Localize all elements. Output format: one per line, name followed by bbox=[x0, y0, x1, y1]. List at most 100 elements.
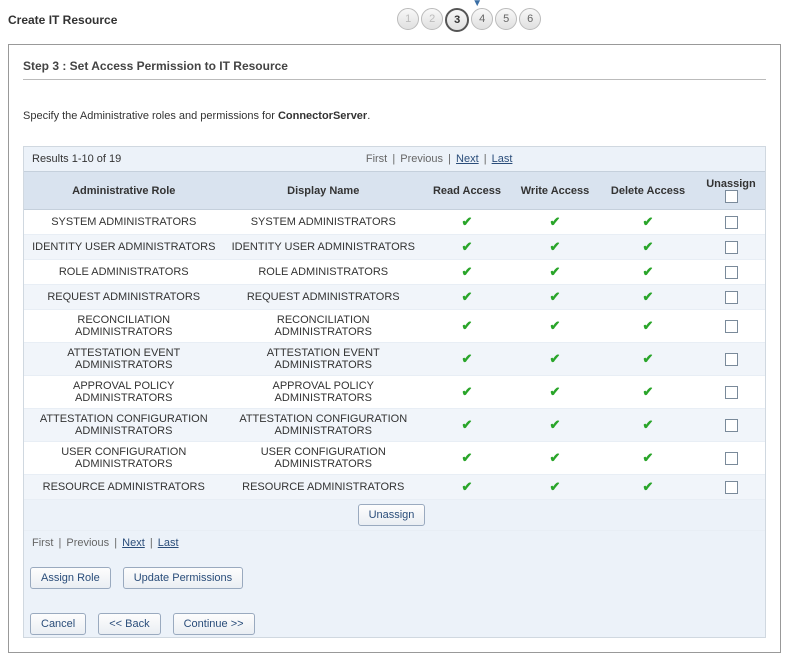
cell-unassign bbox=[697, 310, 765, 343]
unassign-checkbox[interactable] bbox=[725, 216, 738, 229]
wizard-step-indicator: ▼ 123456 bbox=[117, 8, 781, 32]
check-icon: ✔ bbox=[643, 479, 654, 495]
pager-next-link-bottom[interactable]: Next bbox=[122, 537, 145, 549]
table-row: REQUEST ADMINISTRATORSREQUEST ADMINISTRA… bbox=[24, 285, 765, 310]
wizard-step-3[interactable]: 3 bbox=[445, 8, 469, 32]
cell-display-name: REQUEST ADMINISTRATORS bbox=[224, 285, 424, 310]
check-icon: ✔ bbox=[462, 351, 473, 367]
cell-display-name: SYSTEM ADMINISTRATORS bbox=[224, 210, 424, 235]
cell-delete-access: ✔ bbox=[599, 409, 697, 442]
check-icon: ✔ bbox=[550, 351, 561, 367]
cancel-button[interactable]: Cancel bbox=[30, 613, 86, 635]
cell-unassign bbox=[697, 210, 765, 235]
cell-unassign bbox=[697, 442, 765, 475]
cell-write-access: ✔ bbox=[511, 210, 599, 235]
check-icon: ✔ bbox=[462, 384, 473, 400]
check-icon: ✔ bbox=[643, 318, 654, 334]
wizard-step-1[interactable]: 1 bbox=[397, 8, 419, 30]
cell-role: ATTESTATION EVENT ADMINISTRATORS bbox=[24, 343, 224, 376]
continue-button[interactable]: Continue >> bbox=[173, 613, 255, 635]
cell-write-access: ✔ bbox=[511, 343, 599, 376]
cell-role: USER CONFIGURATION ADMINISTRATORS bbox=[24, 442, 224, 475]
check-icon: ✔ bbox=[462, 214, 473, 230]
check-icon: ✔ bbox=[462, 450, 473, 466]
table-row: ROLE ADMINISTRATORSROLE ADMINISTRATORS✔✔… bbox=[24, 260, 765, 285]
cell-delete-access: ✔ bbox=[599, 210, 697, 235]
cell-display-name: APPROVAL POLICY ADMINISTRATORS bbox=[224, 376, 424, 409]
cell-read-access: ✔ bbox=[423, 210, 511, 235]
pager-top: First | Previous | Next | Last bbox=[121, 153, 757, 165]
col-display: Display Name bbox=[224, 172, 424, 210]
cell-display-name: ROLE ADMINISTRATORS bbox=[224, 260, 424, 285]
cell-unassign bbox=[697, 285, 765, 310]
check-icon: ✔ bbox=[643, 214, 654, 230]
cell-write-access: ✔ bbox=[511, 409, 599, 442]
unassign-checkbox[interactable] bbox=[725, 452, 738, 465]
check-icon: ✔ bbox=[550, 384, 561, 400]
unassign-all-checkbox[interactable] bbox=[725, 190, 738, 203]
cell-unassign bbox=[697, 376, 765, 409]
unassign-checkbox[interactable] bbox=[725, 320, 738, 333]
wizard-step-4[interactable]: 4 bbox=[471, 8, 493, 30]
check-icon: ✔ bbox=[462, 239, 473, 255]
cell-read-access: ✔ bbox=[423, 376, 511, 409]
cell-role: SYSTEM ADMINISTRATORS bbox=[24, 210, 224, 235]
cell-read-access: ✔ bbox=[423, 260, 511, 285]
table-row: APPROVAL POLICY ADMINISTRATORSAPPROVAL P… bbox=[24, 376, 765, 409]
cell-write-access: ✔ bbox=[511, 260, 599, 285]
cell-delete-access: ✔ bbox=[599, 475, 697, 500]
cell-unassign bbox=[697, 260, 765, 285]
cell-display-name: RESOURCE ADMINISTRATORS bbox=[224, 475, 424, 500]
table-row: RESOURCE ADMINISTRATORSRESOURCE ADMINIST… bbox=[24, 475, 765, 500]
pager-bottom: First | Previous | Next | Last bbox=[24, 531, 765, 555]
check-icon: ✔ bbox=[643, 289, 654, 305]
back-button[interactable]: << Back bbox=[98, 613, 160, 635]
cell-delete-access: ✔ bbox=[599, 310, 697, 343]
unassign-checkbox[interactable] bbox=[725, 386, 738, 399]
update-permissions-button[interactable]: Update Permissions bbox=[123, 567, 243, 589]
check-icon: ✔ bbox=[643, 384, 654, 400]
unassign-checkbox[interactable] bbox=[725, 353, 738, 366]
col-delete: Delete Access bbox=[599, 172, 697, 210]
cell-delete-access: ✔ bbox=[599, 235, 697, 260]
table-row: IDENTITY USER ADMINISTRATORSIDENTITY USE… bbox=[24, 235, 765, 260]
check-icon: ✔ bbox=[550, 214, 561, 230]
wizard-step-2[interactable]: 2 bbox=[421, 8, 443, 30]
wizard-step-6[interactable]: 6 bbox=[519, 8, 541, 30]
check-icon: ✔ bbox=[550, 479, 561, 495]
unassign-button[interactable]: Unassign bbox=[358, 504, 426, 526]
cell-read-access: ✔ bbox=[423, 442, 511, 475]
permissions-table-area: Results 1-10 of 19 First | Previous | Ne… bbox=[23, 146, 766, 638]
pager-last-link-bottom[interactable]: Last bbox=[158, 537, 179, 549]
cell-write-access: ✔ bbox=[511, 310, 599, 343]
unassign-checkbox[interactable] bbox=[725, 266, 738, 279]
table-row: SYSTEM ADMINISTRATORSSYSTEM ADMINISTRATO… bbox=[24, 210, 765, 235]
cell-role: ROLE ADMINISTRATORS bbox=[24, 260, 224, 285]
unassign-checkbox[interactable] bbox=[725, 481, 738, 494]
check-icon: ✔ bbox=[643, 239, 654, 255]
unassign-checkbox[interactable] bbox=[725, 241, 738, 254]
current-step-arrow-icon: ▼ bbox=[472, 0, 482, 9]
unassign-checkbox[interactable] bbox=[725, 291, 738, 304]
pager-last-link[interactable]: Last bbox=[492, 153, 513, 165]
table-row: ATTESTATION CONFIGURATION ADMINISTRATORS… bbox=[24, 409, 765, 442]
check-icon: ✔ bbox=[643, 417, 654, 433]
check-icon: ✔ bbox=[643, 450, 654, 466]
col-unassign: Unassign bbox=[697, 172, 765, 210]
check-icon: ✔ bbox=[643, 351, 654, 367]
pager-previous-disabled: Previous bbox=[400, 153, 443, 165]
cell-write-access: ✔ bbox=[511, 235, 599, 260]
cell-write-access: ✔ bbox=[511, 285, 599, 310]
unassign-checkbox[interactable] bbox=[725, 419, 738, 432]
check-icon: ✔ bbox=[462, 289, 473, 305]
assign-role-button[interactable]: Assign Role bbox=[30, 567, 111, 589]
cell-unassign bbox=[697, 235, 765, 260]
wizard-step-5[interactable]: 5 bbox=[495, 8, 517, 30]
separator bbox=[23, 79, 766, 80]
check-icon: ✔ bbox=[550, 289, 561, 305]
cell-delete-access: ✔ bbox=[599, 442, 697, 475]
pager-next-link[interactable]: Next bbox=[456, 153, 479, 165]
cell-display-name: ATTESTATION EVENT ADMINISTRATORS bbox=[224, 343, 424, 376]
cell-write-access: ✔ bbox=[511, 376, 599, 409]
cell-delete-access: ✔ bbox=[599, 285, 697, 310]
